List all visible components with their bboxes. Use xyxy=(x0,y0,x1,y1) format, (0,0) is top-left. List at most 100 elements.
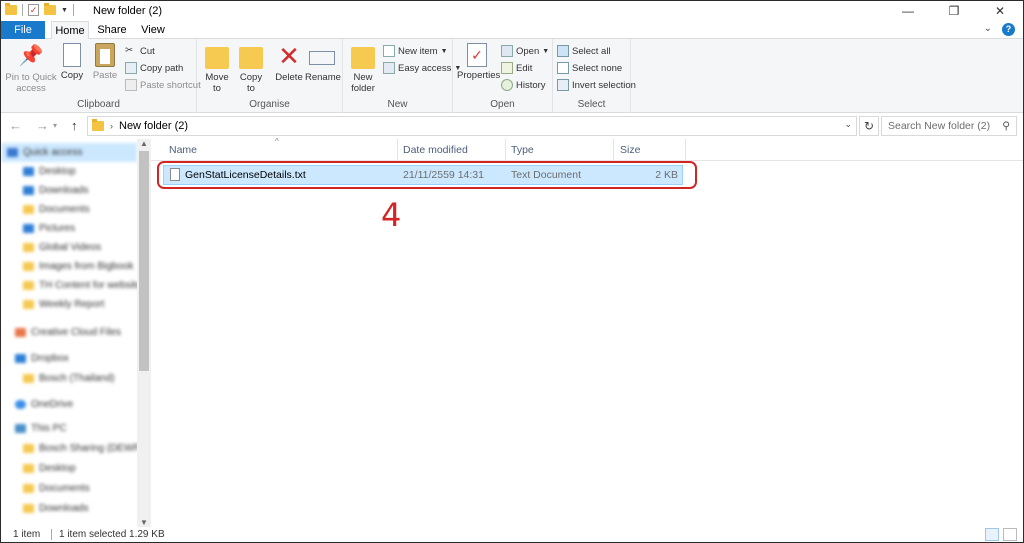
properties-button[interactable]: ✓ Properties xyxy=(457,43,500,81)
nav-item-desktop[interactable]: Desktop xyxy=(1,162,137,181)
column-header-size[interactable]: Size xyxy=(620,144,640,156)
nav-item-this-pc[interactable]: This PC xyxy=(1,419,137,438)
nav-item-documents[interactable]: Documents xyxy=(1,200,137,219)
minimize-button[interactable]: — xyxy=(885,1,931,21)
refresh-button[interactable]: ↻ xyxy=(859,116,879,136)
cut-button[interactable]: ✂ Cut xyxy=(125,45,155,57)
nav-label: Desktop xyxy=(39,463,76,474)
history-button[interactable]: History xyxy=(501,79,546,91)
nav-label: Weekly Report xyxy=(39,299,105,310)
scroll-down-icon[interactable]: ▼ xyxy=(140,518,148,527)
select-none-button[interactable]: Select none xyxy=(557,62,622,74)
easy-access-button[interactable]: Easy access ▼ xyxy=(383,62,461,74)
pin-to-quick-access-button[interactable]: 📌 Pin to Quick access xyxy=(5,43,57,94)
cut-label: Cut xyxy=(140,45,155,57)
folder-icon xyxy=(23,262,34,271)
nav-item-downloads[interactable]: Downloads xyxy=(1,499,137,518)
nav-item-documents[interactable]: Documents xyxy=(1,479,137,498)
paste-shortcut-icon xyxy=(125,79,137,91)
nav-label: Quick access xyxy=(23,147,83,158)
nav-item-onedrive[interactable]: OneDrive xyxy=(1,395,137,414)
nav-label: Bosch Sharing (DEWP) xyxy=(39,443,144,454)
ribbon-tabs: File Home Share View ⌄ ? xyxy=(1,21,1023,40)
delete-button[interactable]: ✕ Delete xyxy=(275,43,303,83)
scrollbar-thumb[interactable] xyxy=(139,151,149,371)
nav-item-network-drive[interactable]: Bosch Sharing (DEWP) xyxy=(1,439,143,458)
nav-item-dropbox[interactable]: Dropbox xyxy=(1,349,137,368)
nav-item-folder[interactable]: Images from Bigbook xyxy=(1,257,137,276)
large-icons-view-icon[interactable] xyxy=(1003,528,1017,541)
folder-icon xyxy=(23,374,34,383)
rename-button[interactable]: Rename xyxy=(305,43,341,83)
back-arrow-icon[interactable]: ← xyxy=(9,118,22,133)
pictures-icon xyxy=(23,224,34,233)
tab-file[interactable]: File xyxy=(1,21,45,39)
up-arrow-icon[interactable]: ↑ xyxy=(71,118,78,133)
paste-shortcut-label: Paste shortcut xyxy=(140,79,201,91)
nav-item-quick-access[interactable]: Quick access xyxy=(1,143,137,162)
easy-access-icon xyxy=(383,62,395,74)
breadcrumb-current[interactable]: New folder (2) xyxy=(119,120,188,132)
star-icon xyxy=(7,148,18,157)
edit-button[interactable]: Edit xyxy=(501,62,532,74)
move-to-icon xyxy=(205,47,229,69)
search-input[interactable]: Search New folder (2) ⚲ xyxy=(881,116,1017,136)
nav-item-downloads[interactable]: Downloads xyxy=(1,181,137,200)
recent-locations-icon[interactable]: ▾ xyxy=(53,121,57,133)
column-header-name[interactable]: Name xyxy=(169,144,197,156)
nav-item-folder[interactable]: Weekly Report xyxy=(1,295,137,314)
copy-button[interactable]: Copy xyxy=(59,43,85,81)
folder-icon xyxy=(23,484,34,493)
customize-toolbar-icon[interactable]: ▼ xyxy=(61,7,68,14)
breadcrumb-chevron-icon[interactable]: › xyxy=(110,121,113,131)
nav-item-folder[interactable]: Global Videos xyxy=(1,238,137,257)
open-label: Open xyxy=(516,45,540,57)
select-group-label: Select xyxy=(577,99,606,110)
nav-label: TH Content for website xyxy=(39,280,142,291)
move-to-button[interactable]: Move to xyxy=(203,43,231,94)
paste-shortcut-button[interactable]: Paste shortcut xyxy=(125,79,201,91)
scroll-up-icon[interactable]: ▲ xyxy=(140,139,148,148)
expand-ribbon-icon[interactable]: ⌄ xyxy=(984,23,992,36)
tab-view[interactable]: View xyxy=(135,21,171,39)
history-icon xyxy=(501,79,513,91)
column-divider[interactable] xyxy=(397,139,398,161)
invert-selection-button[interactable]: Invert selection xyxy=(557,79,636,91)
new-folder-icon[interactable] xyxy=(44,3,56,15)
column-header-date[interactable]: Date modified xyxy=(403,144,468,156)
paste-button[interactable]: Paste xyxy=(91,43,119,81)
copy-path-button[interactable]: Copy path xyxy=(125,62,183,74)
copy-to-button[interactable]: Copy to xyxy=(237,43,265,94)
column-divider[interactable] xyxy=(685,139,686,161)
help-icon[interactable]: ? xyxy=(1002,23,1015,36)
properties-icon[interactable]: ✓ xyxy=(28,4,39,16)
tab-share[interactable]: Share xyxy=(93,21,131,39)
nav-item-folder[interactable]: TH Content for website xyxy=(1,276,141,295)
divider xyxy=(51,529,52,540)
new-item-button[interactable]: New item ▼ xyxy=(383,45,448,57)
address-bar[interactable]: › New folder (2) ⌄ xyxy=(87,116,857,136)
nav-item-folder[interactable]: Bosch (Thailand) xyxy=(1,369,137,388)
column-divider[interactable] xyxy=(505,139,506,161)
maximize-button[interactable]: ❐ xyxy=(931,1,977,21)
nav-label: Bosch (Thailand) xyxy=(39,373,115,384)
column-divider[interactable] xyxy=(613,139,614,161)
pin-label: Pin to Quick access xyxy=(5,72,57,94)
select-all-button[interactable]: Select all xyxy=(557,45,611,57)
open-button[interactable]: Open ▼ xyxy=(501,45,549,57)
select-none-icon xyxy=(557,62,569,74)
rename-icon xyxy=(309,51,335,65)
forward-arrow-icon[interactable]: → xyxy=(36,118,49,133)
close-button[interactable]: ✕ xyxy=(977,1,1023,21)
tab-home[interactable]: Home xyxy=(51,21,89,40)
nav-label: Pictures xyxy=(39,223,76,234)
address-dropdown-icon[interactable]: ⌄ xyxy=(844,119,852,130)
details-view-icon[interactable] xyxy=(985,528,999,541)
column-header-type[interactable]: Type xyxy=(511,144,534,156)
clipboard-group: 📌 Pin to Quick access Copy Paste ✂ Cut C… xyxy=(1,39,201,113)
nav-item-desktop[interactable]: Desktop xyxy=(1,459,137,478)
nav-item-pictures[interactable]: Pictures xyxy=(1,219,137,238)
nav-pane-scrollbar[interactable]: ▲ ▼ xyxy=(137,139,151,527)
new-folder-button[interactable]: New folder xyxy=(349,43,377,94)
nav-item-creative-cloud[interactable]: Creative Cloud Files xyxy=(1,323,137,342)
